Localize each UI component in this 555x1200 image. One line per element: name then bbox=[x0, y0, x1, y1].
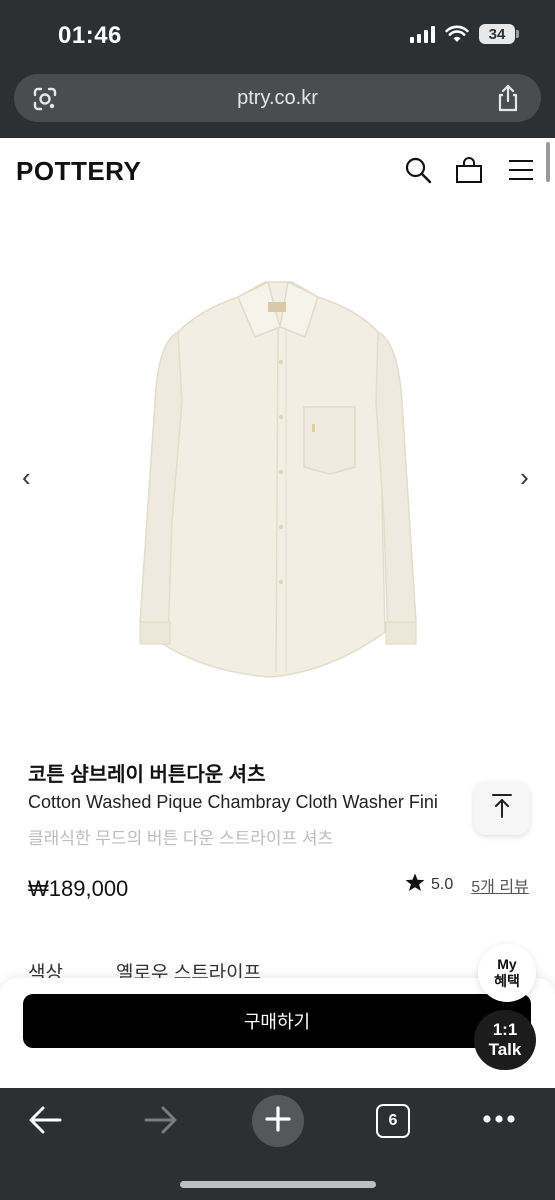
talk-line1: 1:1 bbox=[492, 1019, 518, 1039]
scroll-to-top-button[interactable] bbox=[474, 781, 530, 835]
arrow-up-icon bbox=[491, 793, 513, 824]
product-title-en: Cotton Washed Pique Chambray Cloth Washe… bbox=[28, 792, 438, 812]
my-benefit-line1: My bbox=[497, 955, 517, 972]
reviews-link[interactable]: 5개 리뷰 bbox=[471, 873, 529, 897]
site-logo[interactable]: POTTERY bbox=[16, 156, 141, 187]
product-description: 클래식한 무드의 버튼 다운 스트라이프 셔츠 bbox=[28, 829, 334, 848]
wifi-icon bbox=[445, 25, 469, 43]
share-icon[interactable] bbox=[495, 84, 521, 117]
back-arrow-icon[interactable] bbox=[28, 1104, 62, 1141]
talk-line2: Talk bbox=[488, 1040, 522, 1059]
product-rating: 5.0 5개 리뷰 bbox=[405, 873, 529, 897]
product-image[interactable] bbox=[0, 202, 555, 732]
status-time: 01:46 bbox=[58, 22, 122, 49]
carousel-prev-button[interactable]: ‹ bbox=[22, 462, 31, 493]
site-header: POTTERY bbox=[0, 138, 555, 202]
tabs-button[interactable]: 6 bbox=[376, 1104, 410, 1138]
forward-arrow-icon[interactable] bbox=[144, 1104, 178, 1141]
talk-chat-button[interactable]: 1:1 Talk bbox=[474, 1010, 536, 1070]
star-icon bbox=[405, 873, 425, 897]
search-icon[interactable] bbox=[404, 156, 432, 189]
scrollbar[interactable] bbox=[546, 142, 550, 182]
status-indicators: 34 bbox=[410, 24, 519, 44]
product-title-ko: 코튼 샴브레이 버튼다운 셔츠 bbox=[28, 764, 266, 786]
menu-icon[interactable] bbox=[507, 156, 535, 189]
home-indicator bbox=[180, 1181, 376, 1188]
plus-icon bbox=[264, 1105, 292, 1138]
cellular-signal-icon bbox=[410, 25, 435, 43]
rating-value: 5.0 bbox=[431, 876, 454, 893]
my-benefit-line2: 혜택 bbox=[494, 973, 520, 989]
address-bar[interactable]: ptry.co.kr bbox=[14, 74, 541, 122]
shirt-illustration bbox=[139, 280, 417, 678]
more-icon[interactable] bbox=[482, 1112, 516, 1131]
my-benefit-button[interactable]: My 혜택 bbox=[478, 944, 536, 1002]
buy-button[interactable]: 구매하기 bbox=[23, 994, 531, 1048]
battery-icon: 34 bbox=[479, 24, 519, 44]
new-tab-button[interactable] bbox=[252, 1095, 304, 1147]
url-text: ptry.co.kr bbox=[237, 86, 318, 109]
google-lens-icon[interactable] bbox=[32, 86, 58, 117]
carousel-next-button[interactable]: › bbox=[520, 462, 529, 493]
product-price: ₩189,000 bbox=[28, 876, 129, 901]
bag-icon[interactable] bbox=[455, 156, 483, 189]
